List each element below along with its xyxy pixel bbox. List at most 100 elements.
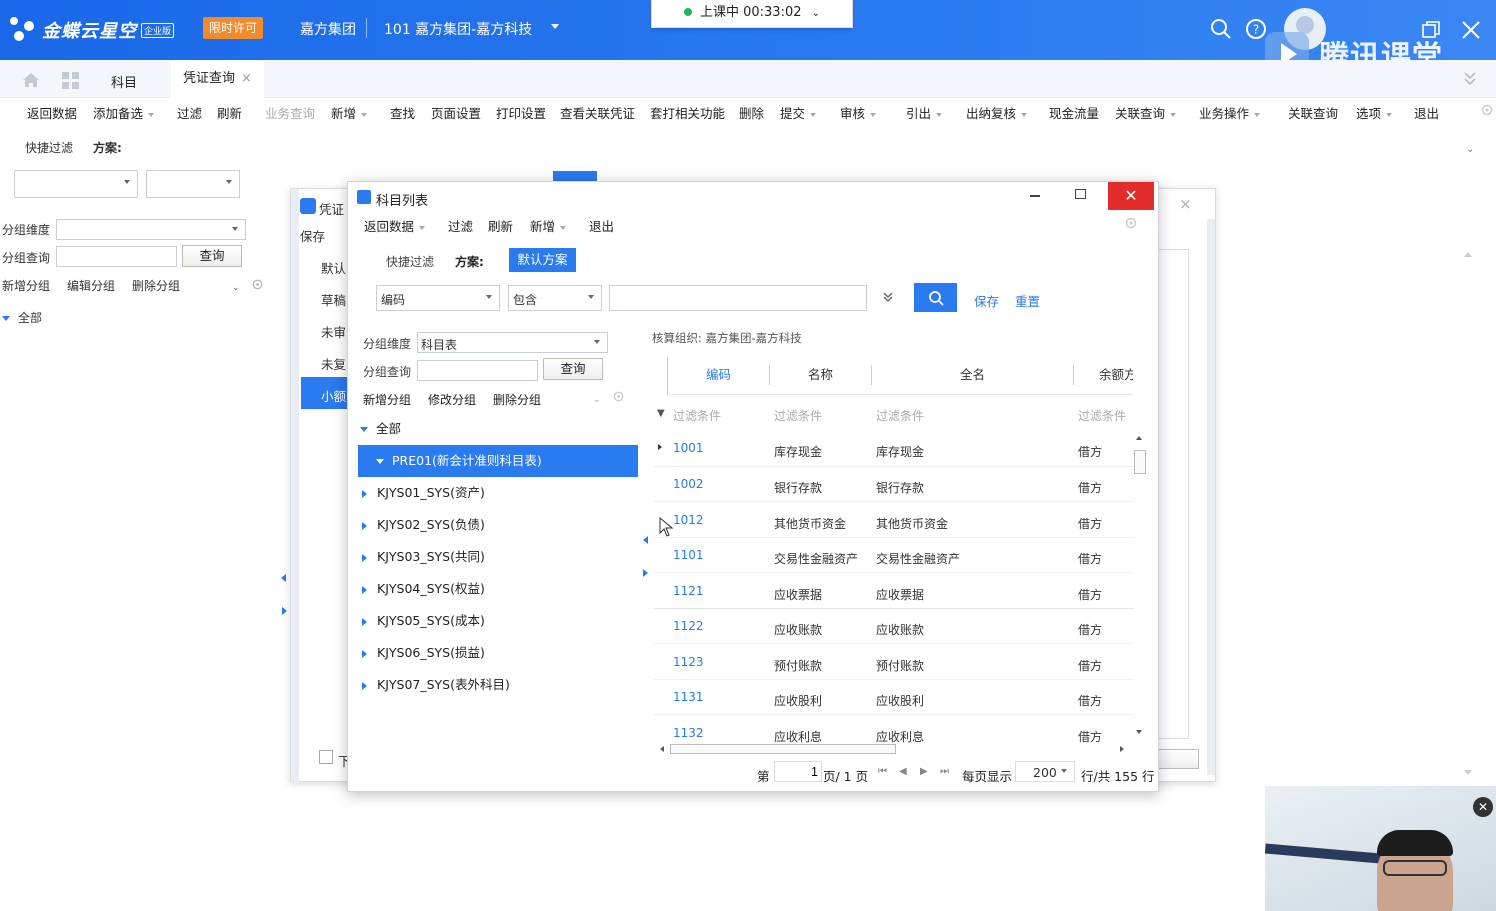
toolbar-related-query[interactable]: 关联查询	[1115, 103, 1177, 122]
toolbar-submit[interactable]: 提交	[780, 103, 817, 122]
tree-node-kjys04[interactable]: KJYS04_SYS(权益)	[362, 573, 642, 605]
tree-node-kjys02[interactable]: KJYS02_SYS(负债)	[362, 509, 642, 541]
toolbar-cash-flow[interactable]: 现金流量	[1049, 103, 1099, 122]
close-icon[interactable]: ✕	[1473, 797, 1493, 817]
dialog-operator-select[interactable]: 包含	[508, 285, 602, 311]
home-icon[interactable]	[22, 72, 40, 88]
tree-node-kjys06[interactable]: KJYS06_SYS(损益)	[362, 637, 642, 669]
scroll-right-icon[interactable]	[1120, 746, 1124, 752]
h-scrollbar-thumb[interactable]	[670, 744, 896, 754]
per-page-select[interactable]: 200	[1015, 761, 1075, 782]
dialog-field-select[interactable]: 编码	[376, 285, 500, 311]
collapse-tree-icon[interactable]	[643, 536, 648, 544]
group-query-button[interactable]: 查询	[182, 245, 242, 267]
gear-icon[interactable]	[1480, 103, 1494, 117]
dialog-delete-group[interactable]: 删除分组	[493, 391, 541, 408]
filter-code[interactable]: 过滤条件	[673, 407, 721, 424]
dialog-default-scheme[interactable]: 默认方案	[509, 248, 576, 272]
column-header-balance-direction[interactable]: 余额方向	[1099, 364, 1133, 383]
toolbar-refresh[interactable]: 刷新	[217, 103, 242, 122]
toolbar-audit[interactable]: 审核	[840, 103, 877, 122]
double-chevron-down-icon[interactable]	[882, 291, 894, 303]
toolbar-exit[interactable]: 退出	[1414, 103, 1439, 122]
dialog-search-button[interactable]	[914, 283, 957, 312]
tree-all-node[interactable]: 全部	[2, 309, 42, 326]
org-selector[interactable]: 101 嘉方集团-嘉方科技	[384, 19, 532, 39]
tree-node-kjys07[interactable]: KJYS07_SYS(表外科目)	[362, 669, 642, 701]
last-page-icon[interactable]: ⏭	[940, 766, 949, 777]
dialog-return-data[interactable]: 返回数据	[364, 216, 426, 235]
dialog-edit-group[interactable]: 修改分组	[428, 391, 476, 408]
dialog-new[interactable]: 新增	[530, 216, 567, 235]
tree-node-kjys03[interactable]: KJYS03_SYS(共同)	[362, 541, 642, 573]
dialog-filter[interactable]: 过滤	[448, 216, 473, 235]
maximize-icon[interactable]	[1075, 189, 1086, 199]
tab-voucher-query[interactable]: 凭证查询 ×	[171, 60, 264, 98]
group-dim-select[interactable]	[56, 219, 246, 240]
voucher-dialog-button[interactable]	[1153, 749, 1199, 769]
org-group[interactable]: 嘉方集团	[300, 19, 356, 39]
dialog-group-query-input[interactable]	[417, 360, 538, 381]
chevron-down-icon[interactable]: ⌄	[812, 8, 820, 19]
trial-badge[interactable]: 限时许可	[203, 17, 264, 39]
delete-group-button[interactable]: 删除分组	[132, 277, 180, 294]
toolbar-find[interactable]: 查找	[390, 103, 415, 122]
close-icon[interactable]	[1460, 19, 1482, 41]
dialog-save-filter-link[interactable]: 保存	[974, 291, 999, 310]
column-header-fullname[interactable]: 全名	[960, 364, 985, 383]
help-icon[interactable]: ?	[1245, 18, 1267, 40]
apps-grid-icon[interactable]	[62, 72, 79, 89]
group-query-input[interactable]	[56, 246, 177, 267]
toolbar-related-query-2[interactable]: 关联查询	[1288, 103, 1338, 122]
tree-node-pre01[interactable]: PRE01(新会计准则科目表)	[358, 445, 638, 477]
toolbar-print-setup[interactable]: 打印设置	[496, 103, 546, 122]
gear-icon[interactable]	[251, 278, 264, 291]
more-icon[interactable]: ⌄	[232, 283, 240, 293]
double-chevron-down-icon[interactable]	[1462, 70, 1478, 86]
toolbar-new[interactable]: 新增	[331, 103, 368, 122]
expand-right-icon[interactable]	[282, 607, 287, 615]
dialog-exit[interactable]: 退出	[589, 216, 614, 235]
first-page-icon[interactable]: ⏮	[878, 766, 887, 777]
toolbar-cashier-review[interactable]: 出纳复核	[966, 103, 1028, 122]
chevron-down-icon[interactable]	[551, 24, 559, 29]
dialog-new-group[interactable]: 新增分组	[363, 391, 411, 408]
collapse-left-icon[interactable]	[281, 574, 286, 582]
toolbar-options[interactable]: 选项	[1356, 103, 1393, 122]
brand-logo[interactable]: 金蝶云星空 企业版	[10, 10, 175, 50]
pager-page-input[interactable]	[774, 761, 822, 782]
gear-icon[interactable]	[1124, 216, 1138, 230]
toolbar-view-related-voucher[interactable]: 查看关联凭证	[560, 103, 635, 122]
prev-page-icon[interactable]: ◀	[899, 766, 907, 777]
voucher-scheme-small-selected[interactable]: 小额	[301, 377, 347, 409]
toolbar-delete[interactable]: 删除	[739, 103, 764, 122]
column-header-code[interactable]: 编码	[706, 364, 731, 383]
gear-icon[interactable]	[612, 390, 625, 403]
close-icon[interactable]: ×	[241, 71, 252, 86]
filter-balance-direction[interactable]: 过滤条件	[1078, 407, 1126, 424]
minimize-icon[interactable]	[1030, 195, 1040, 197]
tree-node-kjys05[interactable]: KJYS05_SYS(成本)	[362, 605, 642, 637]
grid-vertical-scrollbar[interactable]	[1134, 432, 1146, 742]
tree-node-all[interactable]: 全部	[360, 413, 640, 445]
more-icon[interactable]: ⌄	[593, 395, 601, 405]
dialog-search-input[interactable]	[609, 285, 867, 311]
dialog-quick-filter[interactable]: 快捷过滤	[386, 253, 434, 270]
dialog-refresh[interactable]: 刷新	[488, 216, 513, 235]
toolbar-business-query[interactable]: 业务查询	[265, 103, 315, 122]
scroll-left-icon[interactable]	[660, 746, 664, 752]
filter-fullname[interactable]: 过滤条件	[876, 407, 924, 424]
toolbar-filter[interactable]: 过滤	[177, 103, 202, 122]
class-timer[interactable]: 上课中 00:33:02 ⌄	[651, 0, 853, 28]
quick-filter-label[interactable]: 快捷过滤	[25, 139, 73, 156]
next-page-icon[interactable]: ▶	[920, 766, 928, 777]
tree-node-kjys01[interactable]: KJYS01_SYS(资产)	[362, 477, 642, 509]
column-header-name[interactable]: 名称	[808, 364, 833, 383]
scroll-down-icon[interactable]	[1136, 730, 1142, 734]
filter-name[interactable]: 过滤条件	[774, 407, 822, 424]
toolbar-business-ops[interactable]: 业务操作	[1199, 103, 1261, 122]
close-icon[interactable]: ×	[1179, 195, 1192, 213]
scrollbar-thumb[interactable]	[1134, 450, 1146, 474]
scroll-down-icon[interactable]	[1464, 770, 1472, 775]
filter-field-select[interactable]	[14, 170, 138, 198]
